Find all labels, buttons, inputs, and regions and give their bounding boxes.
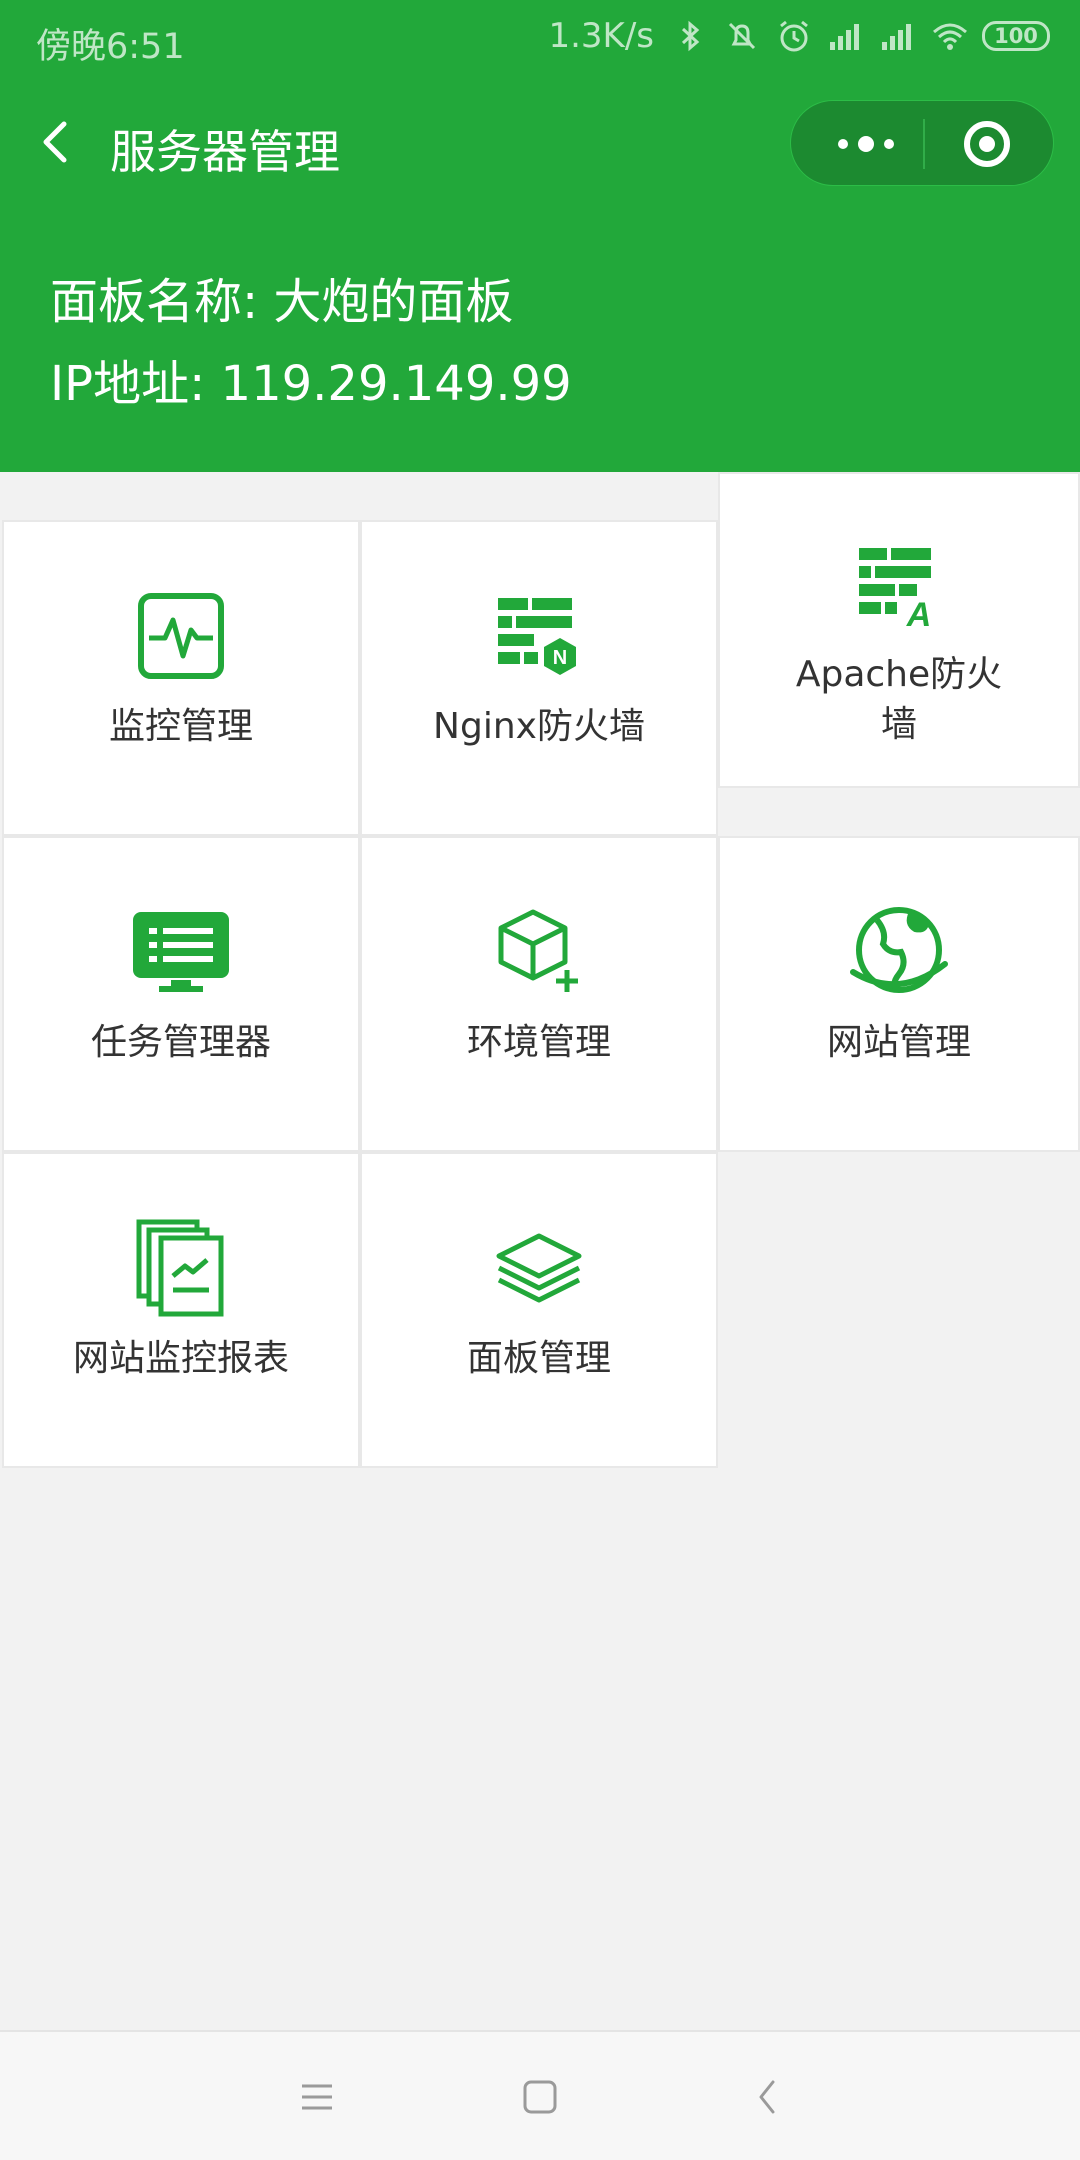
title-bar: 服务器管理: [0, 78, 1080, 208]
tile-label: Apache防火墙: [795, 654, 1003, 745]
layers-stack-icon: [496, 1233, 582, 1303]
svg-text:N: N: [553, 647, 567, 669]
panel-info-header: 面板名称: 大炮的面板 IP地址: 119.29.149.99: [0, 208, 1080, 472]
monitor-pulse-icon: [138, 593, 224, 679]
status-icons: 1.3K/s 100: [548, 16, 1050, 56]
battery-icon: 100: [982, 21, 1050, 51]
tile-task-manager[interactable]: 任务管理器: [2, 836, 360, 1152]
tile-website[interactable]: 网站管理: [718, 836, 1080, 1152]
panel-name: 面板名称: 大炮的面板: [50, 274, 514, 330]
tile-label: 环境管理: [466, 1022, 611, 1063]
status-bar: 傍晚6:51 1.3K/s 100: [0, 0, 1080, 78]
apache-firewall-icon: A: [859, 548, 932, 630]
nginx-firewall-icon: N: [498, 598, 576, 675]
back-chevron-icon[interactable]: [733, 2062, 803, 2132]
bluetooth-icon: [681, 20, 700, 52]
tile-label: 面板管理: [466, 1338, 611, 1379]
home-square-icon[interactable]: [505, 2062, 575, 2132]
status-time: 傍晚6:51: [36, 27, 185, 67]
alarm-icon: [780, 20, 808, 52]
tile-panel[interactable]: 面板管理: [360, 1152, 718, 1468]
tile-monitor[interactable]: 监控管理: [2, 520, 360, 836]
back-arrow-icon[interactable]: [32, 112, 82, 172]
mini-program-capsule: [790, 100, 1054, 186]
tile-environment[interactable]: 环境管理: [360, 836, 718, 1152]
report-documents-icon: [136, 1219, 224, 1317]
tile-site-report[interactable]: 网站监控报表: [2, 1152, 360, 1468]
package-box-add-icon: [498, 909, 578, 992]
more-dots-icon[interactable]: [801, 101, 921, 187]
tile-nginx-firewall[interactable]: N Nginx防火墙: [360, 520, 718, 836]
tile-label: Nginx防火墙: [433, 706, 645, 747]
network-speed: 1.3K/s: [548, 16, 654, 56]
menu-icon[interactable]: [282, 2062, 352, 2132]
tile-label: 任务管理器: [90, 1022, 271, 1063]
mute-icon: [728, 22, 756, 50]
wifi-icon: [933, 23, 967, 50]
tile-apache-firewall[interactable]: A Apache防火墙: [718, 472, 1080, 788]
target-close-icon[interactable]: [925, 101, 1053, 187]
tile-label: 网站监控报表: [72, 1338, 289, 1379]
system-nav-bar: [0, 2030, 1080, 2160]
panel-ip: IP地址: 119.29.149.99: [50, 356, 572, 412]
task-list-monitor-icon: [133, 912, 229, 992]
globe-icon: [850, 907, 948, 993]
signal-icon: [882, 24, 911, 50]
tile-label: 监控管理: [108, 706, 253, 747]
tile-label: 网站管理: [826, 1022, 971, 1063]
signal-icon: [830, 24, 859, 50]
page-title: 服务器管理: [110, 125, 340, 179]
svg-text:A: A: [906, 596, 932, 630]
